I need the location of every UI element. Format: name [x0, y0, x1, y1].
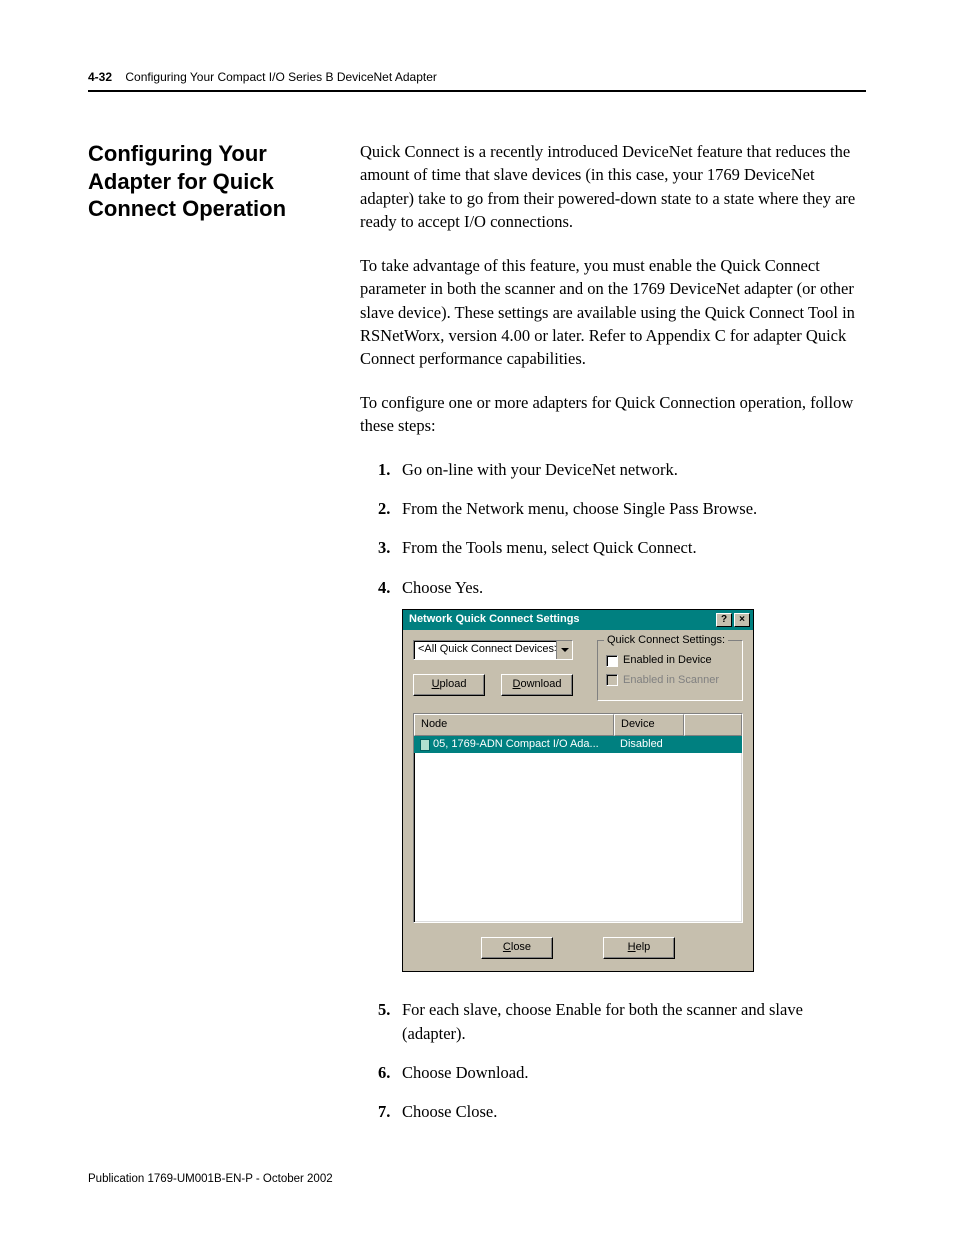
enabled-in-device-label: Enabled in Device: [623, 653, 712, 669]
paragraph-1: Quick Connect is a recently introduced D…: [360, 140, 866, 234]
enabled-in-scanner-row: Enabled in Scanner: [606, 673, 734, 689]
col-node[interactable]: Node: [414, 714, 614, 736]
chevron-down-icon[interactable]: [556, 641, 572, 659]
device-icon: [420, 739, 430, 751]
running-header: 4-32 Configuring Your Compact I/O Series…: [88, 70, 866, 92]
step-1: Go on-line with your DeviceNet network.: [378, 458, 866, 481]
enabled-in-device-row[interactable]: Enabled in Device: [606, 653, 734, 669]
page-ref: 4-32: [88, 70, 112, 84]
step-4-text: Choose Yes.: [402, 578, 483, 597]
paragraph-2: To take advantage of this feature, you m…: [360, 254, 866, 371]
row-device: Disabled: [614, 736, 684, 754]
close-button[interactable]: Close: [481, 937, 553, 959]
col-spacer: [684, 714, 742, 736]
fieldset-legend: Quick Connect Settings:: [604, 633, 728, 649]
row-node: 05, 1769-ADN Compact I/O Ada...: [433, 737, 599, 753]
step-3: From the Tools menu, select Quick Connec…: [378, 536, 866, 559]
dialog-titlebar[interactable]: Network Quick Connect Settings ? ×: [403, 610, 753, 630]
device-filter-combo[interactable]: <All Quick Connect Devices>: [413, 640, 573, 660]
paragraph-3: To configure one or more adapters for Qu…: [360, 391, 866, 438]
help-icon[interactable]: ?: [716, 613, 732, 627]
step-6: Choose Download.: [378, 1061, 866, 1084]
header-title: Configuring Your Compact I/O Series B De…: [125, 70, 437, 84]
list-header: Node Device: [414, 714, 742, 736]
step-2: From the Network menu, choose Single Pas…: [378, 497, 866, 520]
publication-footer: Publication 1769-UM001B-EN-P - October 2…: [88, 1173, 333, 1185]
section-heading: Configuring Your Adapter for Quick Conne…: [88, 140, 320, 223]
device-list[interactable]: Node Device 05, 1769-ADN Compact I/O Ada…: [413, 713, 743, 923]
checkbox-icon[interactable]: [606, 655, 618, 667]
step-7: Choose Close.: [378, 1100, 866, 1123]
step-5: For each slave, choose Enable for both t…: [378, 998, 866, 1045]
step-4: Choose Yes. Network Quick Connect Settin…: [378, 576, 866, 972]
checkbox-icon: [606, 674, 618, 686]
download-button[interactable]: Download: [501, 674, 573, 696]
steps-list: Go on-line with your DeviceNet network. …: [378, 458, 866, 1124]
quick-connect-settings-group: Quick Connect Settings: Enabled in Devic…: [597, 640, 743, 701]
combo-value: <All Quick Connect Devices>: [414, 642, 556, 658]
quick-connect-dialog: Network Quick Connect Settings ? × <All …: [402, 609, 754, 972]
upload-button[interactable]: Upload: [413, 674, 485, 696]
enabled-in-scanner-label: Enabled in Scanner: [623, 673, 719, 689]
dialog-title: Network Quick Connect Settings: [409, 612, 714, 628]
list-row[interactable]: 05, 1769-ADN Compact I/O Ada... Disabled: [414, 736, 742, 754]
close-icon[interactable]: ×: [734, 613, 750, 627]
help-button[interactable]: Help: [603, 937, 675, 959]
col-device[interactable]: Device: [614, 714, 684, 736]
